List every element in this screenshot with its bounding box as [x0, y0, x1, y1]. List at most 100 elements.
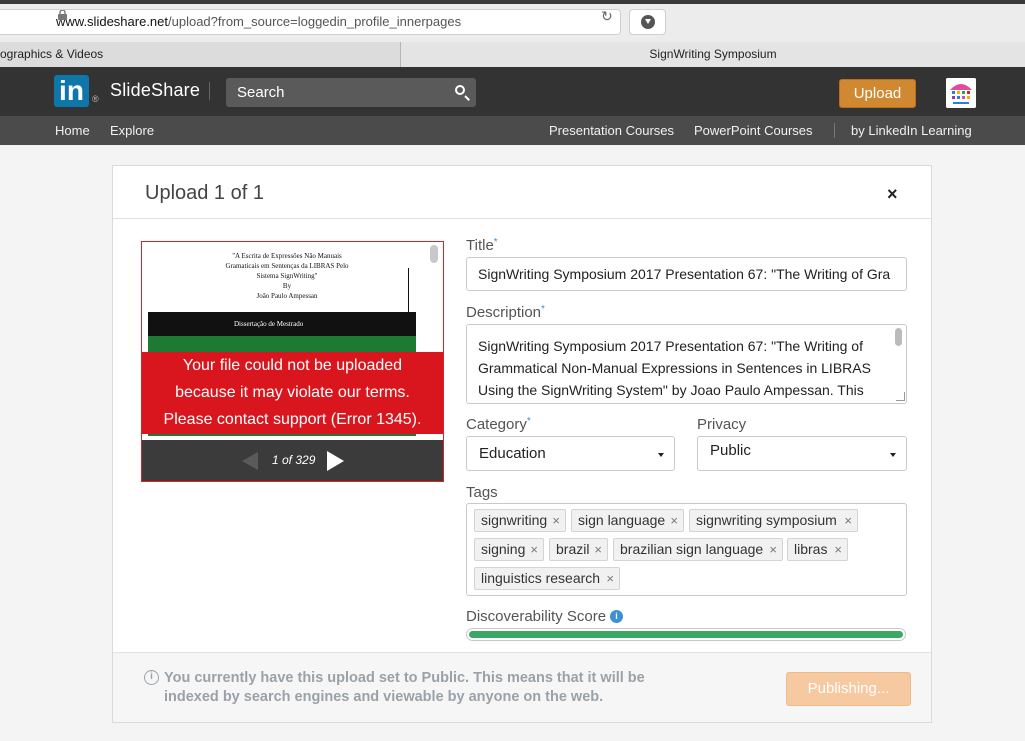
category-label: Category*	[466, 416, 531, 433]
required-mark: *	[493, 237, 498, 248]
modal-header: Upload 1 of 1 ×	[113, 166, 931, 219]
nav-explore[interactable]: Explore	[110, 116, 154, 145]
description-textarea[interactable]: SignWriting Symposium 2017 Presentation …	[466, 324, 907, 404]
description-label: Description*	[466, 304, 545, 321]
registered-mark: ®	[92, 94, 99, 104]
tag-label: signwriting	[481, 512, 548, 528]
download-icon	[641, 15, 655, 29]
next-slide-icon[interactable]	[327, 451, 344, 471]
lock-icon	[58, 10, 67, 20]
privacy-label: Privacy	[697, 416, 747, 433]
nav-home[interactable]: Home	[55, 116, 90, 145]
previous-slide-icon[interactable]	[242, 452, 258, 470]
doc-line: "A Escrita de Expressões Não Manuais	[232, 252, 342, 260]
chevron-down-icon	[890, 453, 896, 457]
description-scrollbar[interactable]	[895, 328, 902, 346]
reload-icon[interactable]: ↻	[601, 8, 613, 24]
browser-tab-signwriting[interactable]: SignWriting Symposium	[401, 42, 1025, 67]
tag-label: brazil	[556, 541, 590, 557]
doc-line: Gramaticais em Sentenças da LIBRAS Pelo	[225, 262, 349, 270]
preview-black-band: Dissertação de Mestrado	[148, 312, 416, 336]
avatar-image	[946, 78, 976, 108]
tags-input[interactable]: signwriting × sign language × signwriting …	[466, 503, 907, 596]
preview-band-text: Dissertação de Mestrado	[234, 320, 304, 328]
public-notice: You currently have this upload set to Pu…	[164, 669, 684, 707]
tag-remove-icon[interactable]: ×	[769, 539, 777, 560]
upload-button[interactable]: Upload	[839, 79, 916, 108]
doc-line: By	[282, 282, 292, 290]
preview-scrollbar[interactable]	[430, 245, 438, 263]
avatar[interactable]	[946, 78, 976, 108]
slideshare-logo-text[interactable]: SlideShare	[110, 80, 200, 101]
discoverability-label: Discoverability Score	[466, 608, 607, 625]
browser-toolbar: www.slideshare.net/upload?from_source=lo…	[0, 4, 1025, 42]
search-icon[interactable]	[455, 85, 465, 95]
tag-remove-icon[interactable]: ×	[606, 568, 614, 589]
tag-chip: signing ×	[474, 538, 544, 561]
category-label-text: Category	[466, 416, 527, 433]
downloads-button[interactable]	[629, 9, 666, 35]
tag-chip: linguistics research ×	[474, 567, 620, 590]
page-indicator: 1 of 329	[272, 453, 316, 467]
info-circle-icon: i	[144, 670, 159, 685]
discoverability-score-fill	[469, 631, 903, 638]
tag-remove-icon[interactable]: ×	[670, 510, 678, 531]
resize-handle-icon[interactable]	[896, 392, 905, 401]
chevron-down-icon	[658, 453, 664, 457]
secondary-nav: Home Explore Presentation Courses PowerP…	[0, 116, 1025, 145]
doc-line: Sistema SignWriting"	[256, 272, 318, 280]
tag-remove-icon[interactable]: ×	[530, 539, 538, 560]
modal-footer: i You currently have this upload set to …	[113, 652, 931, 722]
tag-chip: sign language ×	[571, 509, 684, 532]
nav-powerpoint-courses[interactable]: PowerPoint Courses	[694, 116, 813, 145]
category-select[interactable]: Education	[466, 436, 675, 471]
modal-title: Upload 1 of 1	[145, 182, 264, 204]
preview-line	[408, 268, 409, 318]
error-line: because it may violate our terms.	[175, 384, 410, 401]
url-bar[interactable]: www.slideshare.net/upload?from_source=lo…	[0, 9, 621, 35]
tag-label: brazilian sign language	[620, 541, 764, 557]
tag-remove-icon[interactable]: ×	[844, 510, 852, 531]
tag-chip: signwriting symposium ×	[689, 509, 858, 532]
tags-label: Tags	[466, 484, 498, 501]
nav-presentation-courses[interactable]: Presentation Courses	[549, 116, 674, 145]
tag-label: sign language	[578, 512, 666, 528]
preview-document-text: "A Escrita de Expressões Não Manuais Gra…	[142, 251, 432, 301]
nav-divider	[834, 123, 835, 138]
required-mark: *	[526, 416, 531, 427]
site-header: in ® SlideShare Search Upload	[0, 67, 1025, 116]
info-icon[interactable]: i	[610, 610, 623, 623]
header-divider	[209, 82, 210, 100]
publishing-button: Publishing...	[786, 672, 911, 706]
tag-remove-icon[interactable]: ×	[594, 539, 602, 560]
browser-tab-infographics[interactable]: ographics & Videos	[0, 42, 401, 67]
close-icon[interactable]: ×	[887, 185, 898, 203]
tag-remove-icon[interactable]: ×	[834, 539, 842, 560]
tag-chip: brazilian sign language ×	[613, 538, 783, 561]
preview-pager: 1 of 329	[142, 440, 443, 481]
nav-linkedin-learning[interactable]: by LinkedIn Learning	[851, 116, 972, 145]
tag-label: signwriting symposium	[696, 512, 837, 528]
tag-label: linguistics research	[481, 570, 601, 586]
document-preview: "A Escrita de Expressões Não Manuais Gra…	[141, 241, 444, 482]
title-label-text: Title	[466, 237, 494, 254]
tag-remove-icon[interactable]: ×	[552, 510, 560, 531]
notice-line: You currently have this upload set to Pu…	[164, 670, 645, 686]
url-host: www.slideshare.net	[56, 14, 168, 29]
tag-chip: brazil ×	[549, 538, 608, 561]
browser-tab-bar: ographics & Videos SignWriting Symposium	[0, 42, 1025, 67]
discoverability-score-bar	[466, 628, 906, 641]
privacy-value: Public	[710, 442, 751, 459]
required-mark: *	[541, 304, 545, 315]
title-label: Title*	[466, 237, 498, 254]
error-line: Your file could not be uploaded	[182, 357, 403, 374]
privacy-select[interactable]: Public	[697, 436, 907, 471]
notice-line: indexed by search engines and viewable b…	[164, 689, 604, 705]
doc-line: João Paulo Ampessan	[256, 292, 318, 300]
linkedin-logo[interactable]: in	[54, 75, 89, 107]
tag-label: signing	[481, 541, 526, 557]
tag-label: libras	[794, 541, 828, 557]
search-input[interactable]: Search	[226, 78, 476, 107]
upload-error-message: Your file could not be uploaded because …	[142, 352, 443, 434]
title-input[interactable]: SignWriting Symposium 2017 Presentation …	[466, 257, 907, 291]
